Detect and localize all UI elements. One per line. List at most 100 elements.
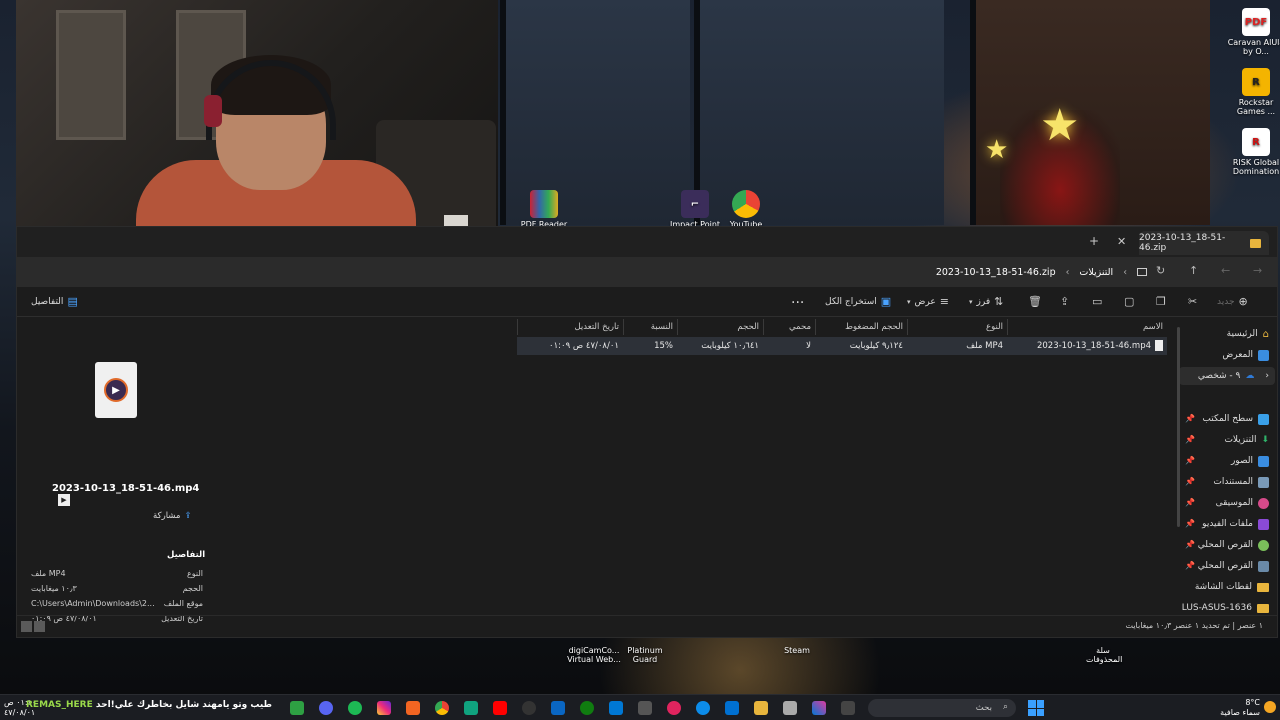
view-button[interactable]: ▾ عرض ≡ bbox=[907, 295, 949, 308]
column-header-protected[interactable]: محمي بكلمة... bbox=[763, 319, 815, 348]
pin-icon[interactable]: 📌 bbox=[1185, 435, 1195, 444]
paste-button[interactable]: ▢ bbox=[1124, 295, 1134, 308]
copilot-icon[interactable] bbox=[812, 701, 826, 715]
task-view-icon[interactable] bbox=[841, 701, 855, 715]
desktop-icon-risk[interactable]: R RISK Global Domination bbox=[1226, 128, 1280, 176]
column-header-size[interactable]: الحجم bbox=[677, 319, 763, 335]
tab-zip[interactable]: 2023-10-13_18-51-46.zip bbox=[1139, 231, 1269, 255]
file-explorer-icon[interactable] bbox=[754, 701, 768, 715]
pin-icon[interactable]: 📌 bbox=[1185, 540, 1195, 549]
cut-button[interactable]: ✂ bbox=[1188, 295, 1197, 308]
breadcrumb-zip[interactable]: 2023-10-13_18-51-46.zip bbox=[936, 267, 1056, 278]
chatgpt-icon[interactable] bbox=[464, 701, 478, 715]
sidebar-item-home[interactable]: الرئيسية ⌂ bbox=[1227, 325, 1269, 343]
sidebar-scrollbar[interactable] bbox=[1177, 327, 1180, 527]
spotify-icon[interactable] bbox=[348, 701, 362, 715]
pin-icon[interactable]: 📌 bbox=[1185, 519, 1195, 528]
edge-icon[interactable] bbox=[696, 701, 710, 715]
delete-button[interactable]: 🗑 bbox=[1028, 295, 1042, 308]
sidebar-item-desktop[interactable]: سطح المكتب bbox=[1202, 410, 1269, 428]
impact-point-icon: ⌐ bbox=[681, 190, 709, 218]
taskbar-search[interactable]: بحث bbox=[868, 699, 1016, 717]
desktop-icon-steam[interactable]: Steam bbox=[778, 646, 816, 655]
back-arrow-icon[interactable]: → bbox=[1253, 264, 1262, 277]
sort-icon: ⇅ bbox=[994, 295, 1004, 308]
background-door bbox=[56, 10, 126, 140]
column-header-compressed-size[interactable]: الحجم المضغوط bbox=[815, 319, 907, 335]
app-icon[interactable] bbox=[667, 701, 681, 715]
extract-all-button[interactable]: استخراج الكل ▣ bbox=[825, 295, 891, 308]
sidebar-item-pictures[interactable]: الصور bbox=[1231, 452, 1269, 470]
chevron-right-icon[interactable]: › bbox=[1265, 371, 1269, 381]
view-toggle[interactable] bbox=[21, 621, 45, 632]
desktop-icon-rockstar[interactable]: R Rockstar Games ... bbox=[1226, 68, 1280, 116]
playstation-icon[interactable] bbox=[725, 701, 739, 715]
desktop-icon-recycle-bin[interactable]: سلة المحذوفات bbox=[1086, 646, 1122, 664]
column-header-ratio[interactable]: النسبة bbox=[623, 319, 677, 335]
desktop-icon-platinum-guard[interactable]: Platinum Guard bbox=[624, 646, 666, 664]
xbox-icon[interactable] bbox=[580, 701, 594, 715]
start-button[interactable] bbox=[1028, 700, 1044, 716]
new-button[interactable]: جديد ⊕ bbox=[1217, 295, 1248, 308]
sort-button[interactable]: ▾ فرز ⇅ bbox=[969, 295, 1003, 308]
up-arrow-icon[interactable]: ↑ bbox=[1189, 264, 1198, 277]
copy-button[interactable]: ❐ bbox=[1156, 295, 1166, 308]
sidebar-item-onedrive[interactable]: ٩ - شخصي ☁ › bbox=[1179, 367, 1275, 385]
sidebar-item-screenshots[interactable]: لقطات الشاشة bbox=[1195, 578, 1269, 596]
pin-icon[interactable]: 📌 bbox=[1185, 561, 1195, 570]
discord-icon[interactable] bbox=[319, 701, 333, 715]
table-row[interactable]: 2023-10-13_18-51-46.mp4 ملف MP4 ٩٫١٢٤ كي… bbox=[517, 337, 1167, 355]
marquee-username: REMAS_HERE bbox=[26, 700, 93, 710]
pin-icon[interactable]: 📌 bbox=[1185, 414, 1195, 423]
desktop-icon-caravan[interactable]: PDF Caravan AlUla by O... bbox=[1226, 8, 1280, 56]
aimp-icon[interactable] bbox=[406, 701, 420, 715]
new-tab-button[interactable]: + bbox=[1089, 234, 1099, 248]
sidebar-item-documents[interactable]: المستندات bbox=[1213, 473, 1269, 491]
sidebar-item-gallery[interactable]: المعرض bbox=[1222, 346, 1269, 364]
desktop-icon-webcam[interactable]: digiCamCo... Virtual Web... bbox=[566, 646, 622, 664]
sidebar-item-videos[interactable]: ملفات الفيديو bbox=[1202, 515, 1269, 533]
sidebar-item-label: الصور bbox=[1230, 456, 1253, 466]
details-toggle-button[interactable]: التفاصيل ▤ bbox=[31, 295, 78, 308]
outlook-icon[interactable] bbox=[609, 701, 623, 715]
column-header-type[interactable]: النوع bbox=[907, 319, 1007, 335]
share-icon: ⇪ bbox=[1060, 295, 1070, 308]
refresh-icon[interactable]: ↻ bbox=[1156, 264, 1165, 277]
breadcrumb-downloads[interactable]: التنزيلات bbox=[1079, 267, 1113, 278]
column-header-name[interactable]: الاسم bbox=[1007, 319, 1167, 335]
sidebar-item-local-disk-1[interactable]: القرص المحلي bbox=[1198, 536, 1269, 554]
youtube-icon[interactable] bbox=[493, 701, 507, 715]
pin-icon[interactable]: 📌 bbox=[1185, 477, 1195, 486]
share-button[interactable]: مشاركة ⇪ bbox=[153, 511, 192, 521]
forward-arrow-icon[interactable]: ← bbox=[1221, 264, 1230, 277]
prop-value-location[interactable]: C:\Users\Admin\Downloads\2... bbox=[31, 599, 155, 608]
column-header-modified[interactable]: تاريخ التعديل bbox=[517, 319, 623, 335]
desktop-icon-youtube[interactable]: YouTube bbox=[716, 190, 776, 229]
sidebar-item-local-disk-2[interactable]: القرص المحلي bbox=[1198, 557, 1269, 575]
navigation-bar: → ← ↑ ↻ 2023-10-13_18-51-46.zip ‹ التنزي… bbox=[17, 257, 1277, 287]
pin-icon[interactable]: 📌 bbox=[1185, 456, 1195, 465]
app-icon[interactable] bbox=[551, 701, 565, 715]
rename-button[interactable]: ▭ bbox=[1092, 295, 1102, 308]
chevron-down-icon: ▾ bbox=[907, 297, 911, 306]
tiles-view-icon[interactable] bbox=[34, 621, 45, 632]
play-app-icon[interactable] bbox=[290, 701, 304, 715]
address-bar[interactable]: 2023-10-13_18-51-46.zip ‹ التنزيلات ‹ bbox=[487, 261, 1153, 283]
sidebar-item-music[interactable]: الموسيقى bbox=[1216, 494, 1269, 512]
paste-icon: ▢ bbox=[1124, 295, 1135, 308]
desktop-icon bbox=[1258, 413, 1269, 425]
close-tab-icon[interactable]: ✕ bbox=[1117, 235, 1126, 248]
github-icon[interactable] bbox=[522, 701, 536, 715]
desktop-icon-pdf-reader[interactable]: PDF Reader bbox=[514, 190, 574, 229]
prop-value-type: ملف MP4 bbox=[31, 569, 66, 578]
chrome-icon[interactable] bbox=[435, 701, 449, 715]
app-icon[interactable] bbox=[783, 701, 797, 715]
instagram-icon[interactable] bbox=[377, 701, 391, 715]
pin-icon[interactable]: 📌 bbox=[1185, 498, 1195, 507]
more-options-button[interactable]: ... bbox=[791, 291, 804, 307]
details-view-icon[interactable] bbox=[21, 621, 32, 632]
sidebar-item-downloads[interactable]: التنزيلات ⬇ bbox=[1224, 431, 1269, 449]
settings-gear-icon[interactable] bbox=[638, 701, 652, 715]
share-button[interactable]: ⇪ bbox=[1060, 295, 1069, 308]
weather-widget[interactable]: 8°C سماء صافية bbox=[1220, 698, 1260, 718]
